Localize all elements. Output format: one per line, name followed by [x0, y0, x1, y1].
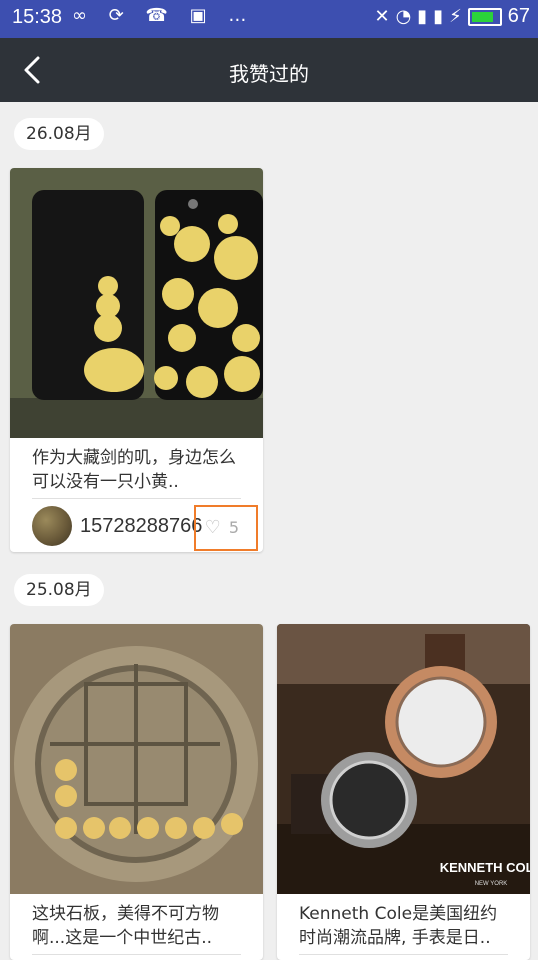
battery-level: 67 [507, 5, 530, 27]
brand-logo-text: KENNETH COLE [440, 860, 530, 875]
post-image-watches: KENNETH COLE NEW YORK [277, 624, 530, 894]
post-image-phone-cases [10, 168, 263, 438]
avatar[interactable] [32, 506, 72, 546]
card-divider [32, 498, 241, 499]
mute-icon: ✕ [374, 6, 396, 27]
status-time: 15:38 [12, 6, 63, 28]
post-description: Kenneth Cole是美国纽约时尚潮流品牌, 手表是日.. [299, 904, 498, 948]
card-divider [299, 954, 508, 955]
page-title: 我赞过的 [229, 62, 309, 86]
charging-icon: ⚡ [449, 6, 468, 27]
signal-icon: ▮▮ [417, 6, 450, 27]
username[interactable]: 15728288766 [80, 515, 202, 538]
post-card[interactable]: KENNETH COLE NEW YORK Kenneth Cole是美国纽约时… [277, 624, 530, 960]
battery-icon [467, 7, 502, 26]
post-description: 作为大藏剑的叽，身边怎么可以没有一只小黄.. [32, 448, 236, 492]
post-card[interactable]: 作为大藏剑的叽，身边怎么可以没有一只小黄.. 15728288766 ♡ 5 [10, 168, 263, 552]
date-label: 25.08月 [14, 574, 104, 606]
status-right-icons: ✕ ◔ ▮▮ ⚡ 67 [374, 5, 530, 28]
status-bar: 15:38 ∞ ⟳ ☎ ▣ … ✕ ◔ ▮▮ ⚡ 67 [0, 0, 538, 38]
post-card[interactable]: 这块石板，美得不可方物啊...这是一个中世纪古.. [10, 624, 263, 960]
post-image-stone-board [10, 624, 263, 894]
post-description: 这块石板，美得不可方物啊...这是一个中世纪古.. [32, 904, 219, 948]
wifi-icon: ◔ [395, 6, 418, 27]
highlight-box [194, 505, 258, 551]
date-label: 26.08月 [14, 118, 104, 150]
app-header: 我赞过的 [0, 38, 538, 102]
card-divider [32, 954, 241, 955]
status-left-icons: ∞ ⟳ ☎ ▣ … [72, 5, 255, 26]
brand-logo-subtext: NEW YORK [475, 881, 508, 887]
